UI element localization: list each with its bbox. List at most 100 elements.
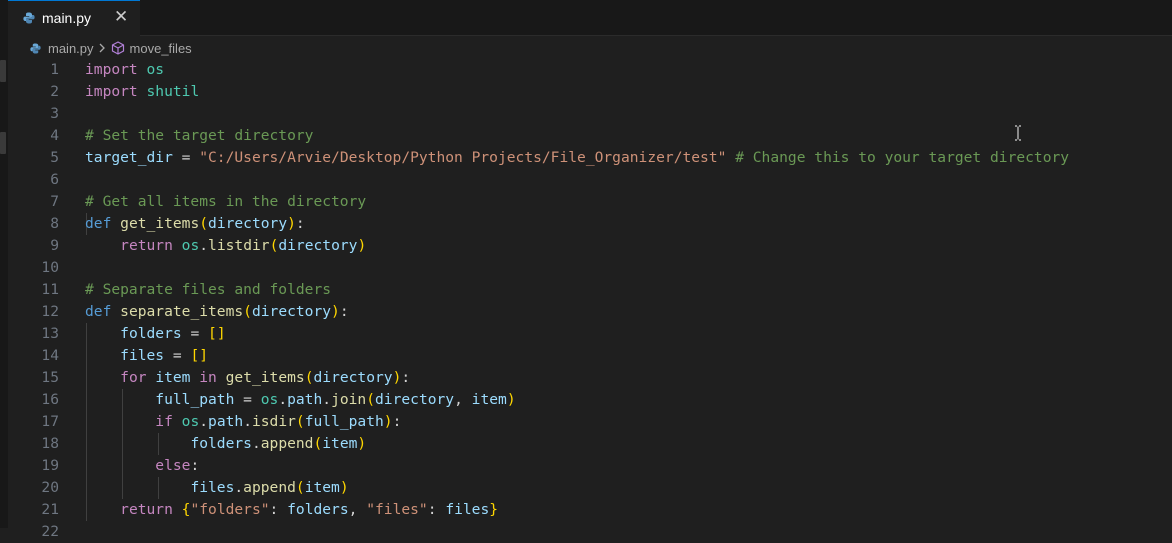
code-text: full_path = os.path.join(directory, item… [85, 389, 516, 411]
text-cursor-icon [1015, 125, 1021, 141]
code-token: } [489, 501, 499, 518]
code-token: os [146, 61, 165, 78]
breadcrumb-symbol[interactable]: move_files [130, 41, 192, 56]
code-token: get_items [120, 215, 200, 232]
code-token: . [278, 391, 288, 408]
line-number: 13 [41, 325, 59, 342]
code-text: files.append(item) [85, 477, 349, 499]
code-token: import [85, 83, 147, 100]
code-text: folders = [] [85, 323, 225, 345]
code-line[interactable]: 15 for item in get_items(directory): [8, 367, 1168, 389]
code-token: shutil [146, 83, 200, 100]
code-token: : [269, 501, 288, 518]
code-line[interactable]: 14 files = [] [8, 345, 1168, 367]
code-token: , [454, 391, 472, 408]
code-line[interactable]: 2 import shutil [8, 81, 1168, 103]
code-token: files [190, 479, 235, 496]
code-text: files = [] [85, 345, 208, 367]
code-line[interactable]: 12 def separate_items(directory): [8, 301, 1168, 323]
code-token: ) [383, 413, 393, 430]
close-icon[interactable]: ✕ [114, 8, 128, 26]
code-line[interactable]: 9 return os.listdir(directory) [8, 235, 1168, 257]
line-number: 12 [41, 303, 59, 320]
breadcrumb-file[interactable]: main.py [48, 41, 94, 56]
tab-bar: main.py ✕ [8, 0, 1172, 36]
code-line[interactable]: 1 import os [8, 59, 1168, 81]
code-line[interactable]: 4 # Set the target directory [8, 125, 1168, 147]
code-token: ) [357, 237, 367, 254]
code-token: [] [190, 347, 209, 364]
code-token: . [199, 237, 209, 254]
code-token: : [339, 303, 349, 320]
code-token: os [181, 237, 200, 254]
code-token: os [181, 413, 200, 430]
code-token: directory [251, 303, 332, 320]
line-number: 18 [41, 435, 59, 452]
code-line[interactable]: 22 [8, 521, 1168, 543]
code-line[interactable]: 18 folders.append(item) [8, 433, 1168, 455]
code-token: "C:/Users/Arvie/Desktop/Python Projects/… [199, 149, 727, 166]
python-file-icon [23, 12, 35, 24]
python-file-icon [30, 42, 41, 54]
code-token: append [243, 479, 296, 496]
scroll-marker [0, 132, 6, 154]
tab-main-py[interactable]: main.py ✕ [8, 0, 140, 36]
scroll-marker [0, 60, 6, 82]
code-line[interactable]: 11 # Separate files and folders [8, 279, 1168, 301]
code-line[interactable]: 13 folders = [] [8, 323, 1168, 345]
code-token: def [85, 215, 121, 232]
code-token: for [120, 369, 156, 386]
code-token: ) [331, 303, 340, 320]
code-token: listdir [208, 237, 270, 254]
code-token: return [120, 501, 182, 518]
code-token: : [295, 215, 305, 232]
code-token: in [190, 369, 226, 386]
code-token: folders [120, 325, 182, 342]
code-line[interactable]: 10 [8, 257, 1168, 279]
code-line[interactable]: 7 # Get all items in the directory [8, 191, 1168, 213]
code-token: = [164, 347, 191, 364]
code-line[interactable]: 3 [8, 103, 1168, 125]
tab-label: main.py [42, 10, 92, 26]
code-token: ( [366, 391, 376, 408]
code-text: else: [85, 455, 199, 477]
code-token: join [331, 391, 367, 408]
line-number: 22 [41, 523, 59, 540]
code-line[interactable]: 19 else: [8, 455, 1168, 477]
code-line[interactable]: 6 [8, 169, 1168, 191]
code-token: ) [339, 479, 349, 496]
code-line[interactable]: 16 full_path = os.path.join(directory, i… [8, 389, 1168, 411]
line-number: 3 [50, 105, 59, 122]
code-token: ) [506, 391, 516, 408]
cube-symbol-icon [111, 41, 124, 55]
code-token: ( [199, 215, 209, 232]
code-line[interactable]: 21 return {"folders": folders, "files": … [8, 499, 1168, 521]
code-token: . [199, 413, 209, 430]
code-token: folders [287, 501, 349, 518]
code-token: # Change this to your target directory [735, 149, 1070, 166]
code-line[interactable]: 8 def get_items(directory): [8, 213, 1168, 235]
code-text: import os [85, 59, 164, 81]
code-editor[interactable]: 1 import os 2 import shutil 3 4 # Set the targ… [8, 59, 1172, 540]
code-text: return os.listdir(directory) [85, 235, 366, 257]
code-token: ( [295, 479, 305, 496]
line-number: 10 [41, 259, 59, 276]
code-line[interactable]: 5 target_dir = "C:/Users/Arvie/Desktop/Py… [8, 147, 1168, 169]
code-token: path [287, 391, 323, 408]
code-line[interactable]: 17 if os.path.isdir(full_path): [8, 411, 1168, 433]
code-token: item [471, 391, 507, 408]
code-line[interactable]: 20 files.append(item) [8, 477, 1168, 499]
code-token: target_dir [85, 149, 173, 166]
breadcrumb: main.py move_files [30, 39, 192, 57]
code-token: ( [295, 413, 305, 430]
code-token: . [251, 435, 261, 452]
code-token: "folders" [190, 501, 270, 518]
code-token: ( [313, 435, 323, 452]
